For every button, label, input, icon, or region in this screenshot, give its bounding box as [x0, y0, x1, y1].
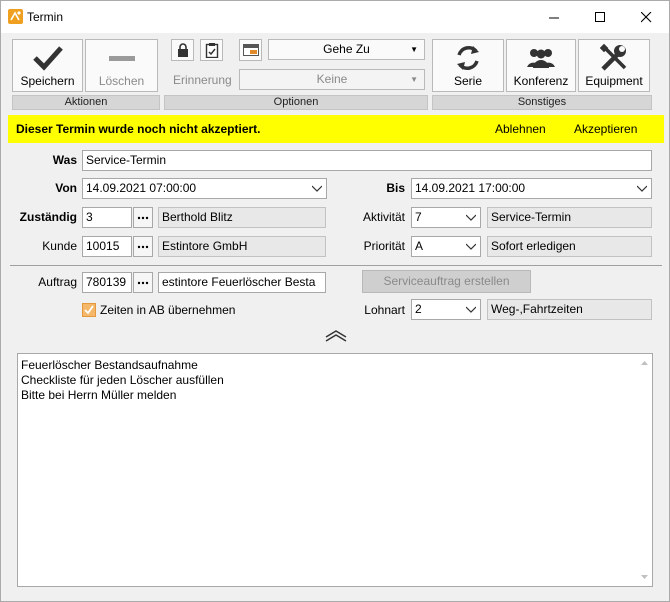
chevron-down-icon	[466, 306, 476, 313]
app-icon	[8, 9, 23, 24]
zeiten-checkbox-label: Zeiten in AB übernehmen	[100, 303, 236, 317]
save-label: Speichern	[20, 74, 75, 88]
ellipsis-icon	[137, 216, 149, 219]
prioritaet-id: A	[415, 239, 424, 253]
dropdown-arrow-icon: ▼	[410, 75, 418, 84]
group-misc: Sonstiges	[432, 95, 652, 110]
von-value: 14.09.2021 07:00:00	[86, 181, 197, 195]
window-title: Termin	[27, 10, 64, 24]
reminder-dropdown[interactable]: Keine ▼	[239, 69, 425, 90]
conference-button[interactable]: Konferenz	[506, 39, 576, 92]
kunde-lookup-button[interactable]	[133, 236, 153, 257]
auftrag-lookup-button[interactable]	[133, 272, 153, 293]
equipment-label: Equipment	[585, 74, 643, 88]
aktivitaet-label: Aktivität	[362, 210, 405, 224]
decline-link[interactable]: Ablehnen	[495, 122, 546, 136]
lohnart-select[interactable]: 2	[411, 299, 481, 320]
create-service-order-button[interactable]: Serviceauftrag erstellen	[362, 270, 531, 293]
lohnart-name: Weg-,Fahrtzeiten	[487, 299, 652, 320]
scroll-down-arrow-icon[interactable]	[638, 572, 651, 582]
chevron-down-icon	[466, 214, 476, 221]
window: Termin Speichern Löschen Aktionen Gehe Z…	[0, 0, 670, 602]
prioritaet-name: Sofort erledigen	[487, 236, 652, 257]
auftrag-id-input[interactable]: 780139	[82, 272, 132, 293]
von-label: Von	[55, 181, 77, 195]
chevron-down-icon	[637, 185, 647, 192]
auftrag-label: Auftrag	[38, 275, 77, 289]
delete-button[interactable]: Löschen	[85, 39, 158, 92]
clipboard-button[interactable]	[200, 39, 223, 61]
collapse-chevron-up-icon[interactable]	[324, 328, 348, 342]
minimize-icon	[548, 17, 559, 18]
goto-label: Gehe Zu	[323, 42, 370, 56]
was-input[interactable]: Service-Termin	[82, 150, 652, 171]
bis-label: Bis	[386, 181, 405, 195]
minimize-button[interactable]	[531, 1, 577, 33]
window-screen-button[interactable]	[239, 39, 262, 61]
aktivitaet-select[interactable]: 7	[411, 207, 481, 228]
lohnart-id: 2	[415, 302, 422, 316]
zustaendig-label: Zuständig	[19, 210, 77, 224]
divider	[10, 265, 662, 266]
delete-label: Löschen	[98, 74, 145, 88]
aktivitaet-id: 7	[415, 210, 422, 224]
von-datetime-input[interactable]: 14.09.2021 07:00:00	[82, 178, 327, 199]
minus-icon	[86, 43, 157, 73]
save-button[interactable]: Speichern	[12, 39, 83, 92]
chevron-down-icon	[466, 243, 476, 250]
close-button[interactable]	[623, 1, 669, 33]
clipboard-check-icon	[205, 43, 218, 58]
aktivitaet-name: Service-Termin	[487, 207, 652, 228]
kunde-name: Estintore GmbH	[158, 236, 326, 257]
lock-icon	[177, 42, 188, 57]
equipment-button[interactable]: Equipment	[578, 39, 650, 92]
checkmark-icon	[13, 43, 82, 73]
lohnart-label: Lohnart	[364, 303, 405, 317]
auftrag-name[interactable]: estintore Feuerlöscher Besta	[158, 272, 326, 293]
refresh-icon	[433, 43, 503, 73]
banner-message: Dieser Termin wurde noch nicht akzeptier…	[16, 122, 261, 136]
lock-button[interactable]	[171, 39, 194, 61]
checkmark-icon	[84, 305, 94, 315]
notes-line: Checkliste für jeden Löscher ausfüllen	[21, 373, 224, 387]
accept-link[interactable]: Akzeptieren	[574, 122, 637, 136]
reminder-label: Erinnerung	[173, 73, 232, 87]
series-button[interactable]: Serie	[432, 39, 504, 92]
series-label: Serie	[453, 74, 482, 88]
scroll-up-arrow-icon[interactable]	[638, 358, 651, 368]
notes-line: Feuerlöscher Bestandsaufnahme	[21, 358, 198, 372]
bis-datetime-input[interactable]: 14.09.2021 17:00:00	[411, 178, 652, 199]
screen-icon	[242, 44, 259, 56]
zeiten-checkbox[interactable]	[82, 303, 96, 317]
group-actions: Aktionen	[12, 95, 160, 110]
acceptance-banner: Dieser Termin wurde noch nicht akzeptier…	[8, 115, 664, 143]
maximize-button[interactable]	[577, 1, 623, 33]
maximize-icon	[594, 11, 605, 22]
reminder-value: Keine	[316, 72, 348, 86]
prioritaet-select[interactable]: A	[411, 236, 481, 257]
vertical-scrollbar[interactable]	[638, 355, 651, 585]
group-users-icon	[507, 43, 575, 73]
close-icon	[640, 11, 651, 22]
title-bar: Termin	[1, 1, 669, 33]
group-options: Optionen	[164, 95, 428, 110]
conference-label: Konferenz	[513, 74, 569, 88]
zustaendig-lookup-button[interactable]	[133, 207, 153, 228]
dropdown-arrow-icon: ▼	[410, 45, 418, 54]
notes-line: Bitte bei Herrn Müller melden	[21, 388, 177, 402]
kunde-label: Kunde	[42, 239, 77, 253]
ellipsis-icon	[137, 245, 149, 248]
was-label: Was	[52, 153, 77, 167]
notes-textarea[interactable]: Feuerlöscher Bestandsaufnahme Checkliste…	[17, 353, 653, 587]
zustaendig-name: Berthold Blitz	[158, 207, 326, 228]
bis-value: 14.09.2021 17:00:00	[415, 181, 526, 195]
ellipsis-icon	[137, 281, 149, 284]
kunde-id-input[interactable]: 10015	[82, 236, 132, 257]
zustaendig-id-input[interactable]: 3	[82, 207, 132, 228]
prioritaet-label: Priorität	[363, 239, 405, 253]
goto-dropdown[interactable]: Gehe Zu ▼	[268, 39, 425, 60]
tools-icon	[579, 43, 649, 73]
chevron-down-icon	[312, 185, 322, 192]
